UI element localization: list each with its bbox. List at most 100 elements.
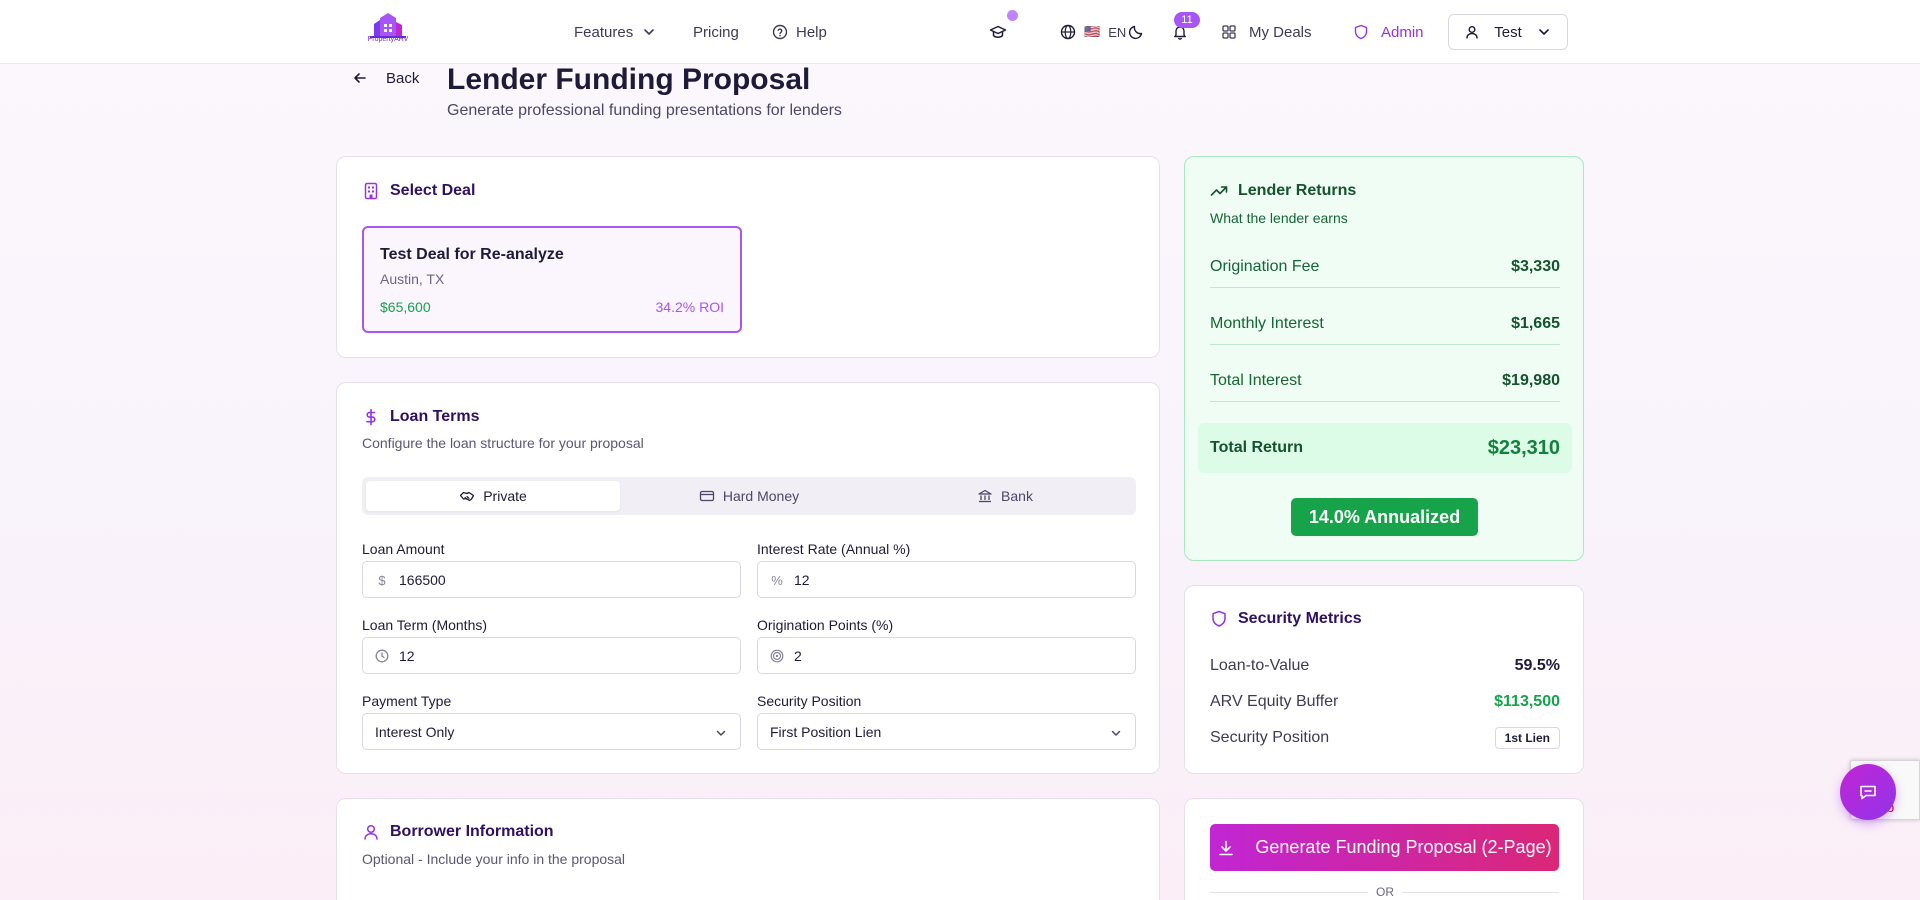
loan-terms-title-text: Loan Terms bbox=[390, 408, 480, 425]
ltv-label: Loan-to-Value bbox=[1210, 657, 1310, 674]
help-circle-icon bbox=[772, 24, 788, 40]
user-icon bbox=[364, 824, 378, 840]
or-divider-text: OR bbox=[1368, 885, 1402, 899]
interest-rate-label: Interest Rate (Annual %) bbox=[757, 541, 911, 557]
logo[interactable]: PropertyARV bbox=[364, 12, 412, 46]
loan-amount-input[interactable] bbox=[399, 562, 729, 597]
language-selector[interactable]: 🇺🇸 EN bbox=[1060, 0, 1126, 64]
loan-terms-card: Loan Terms Configure the loan structure … bbox=[336, 382, 1160, 774]
dollar-sign-icon: $ bbox=[378, 572, 386, 588]
page-subtitle: Generate professional funding presentati… bbox=[447, 102, 842, 119]
tab-hard-money[interactable]: Hard Money bbox=[622, 481, 876, 511]
chat-button[interactable] bbox=[1840, 764, 1896, 820]
page-title: Lender Funding Proposal bbox=[447, 63, 811, 96]
lender-returns-title: Lender Returns bbox=[1210, 182, 1356, 200]
security-metrics-card: Security Metrics Loan-to-Value 59.5% ARV… bbox=[1184, 585, 1584, 774]
tab-private[interactable]: Private bbox=[366, 481, 620, 511]
chevron-down-icon bbox=[1111, 730, 1121, 736]
equity-buffer-row: ARV Equity Buffer $113,500 bbox=[1210, 692, 1560, 712]
trending-up-icon bbox=[1210, 186, 1228, 196]
generate-proposal-label: Generate Funding Proposal (2-Page) bbox=[1255, 837, 1552, 857]
nav-admin-label: Admin bbox=[1381, 23, 1424, 41]
nav-help[interactable]: Help bbox=[772, 0, 827, 64]
security-position-label: Security Position bbox=[757, 693, 862, 709]
lien-badge: 1st Lien bbox=[1494, 727, 1560, 749]
clock-icon bbox=[375, 649, 389, 663]
payment-type-select[interactable]: Interest Only bbox=[362, 713, 741, 750]
borrower-info-description: Optional - Include your info in the prop… bbox=[362, 851, 626, 867]
lender-type-tabs: Private Hard Money Bank bbox=[362, 477, 1136, 515]
ltv-row: Loan-to-Value 59.5% bbox=[1210, 656, 1560, 676]
shield-icon bbox=[1212, 610, 1226, 627]
nav-features[interactable]: Features bbox=[574, 0, 657, 64]
target-icon bbox=[770, 649, 784, 663]
deal-option-card[interactable]: Test Deal for Re-analyze Austin, TX $65,… bbox=[362, 226, 742, 333]
security-metrics-title-text: Security Metrics bbox=[1238, 610, 1362, 627]
interest-rate-field: % bbox=[757, 561, 1136, 598]
security-position-metric-label: Security Position bbox=[1210, 729, 1330, 746]
total-return-row: Total Return $23,310 bbox=[1198, 423, 1572, 473]
notification-dot bbox=[1007, 10, 1018, 21]
security-position-row: Security Position 1st Lien bbox=[1210, 726, 1560, 750]
chevron-down-icon bbox=[716, 730, 726, 736]
lender-returns-description: What the lender earns bbox=[1210, 210, 1348, 226]
notifications-count-badge: 11 bbox=[1174, 12, 1200, 28]
origination-fee-value: $3,330 bbox=[1511, 257, 1560, 275]
tab-hard-money-label: Hard Money bbox=[722, 488, 800, 504]
loan-term-field bbox=[362, 637, 741, 674]
equity-buffer-value: $113,500 bbox=[1494, 693, 1560, 710]
back-button[interactable]: Back bbox=[352, 68, 419, 88]
download-icon bbox=[1219, 840, 1234, 855]
loan-term-input[interactable] bbox=[399, 638, 729, 673]
nav-pricing[interactable]: Pricing bbox=[693, 0, 739, 64]
lender-returns-title-text: Lender Returns bbox=[1238, 182, 1357, 199]
building-icon bbox=[364, 182, 378, 200]
nav-admin[interactable]: Admin bbox=[1353, 0, 1424, 64]
loan-amount-field: $ bbox=[362, 561, 741, 598]
deal-roi: 34.2% ROI bbox=[655, 299, 724, 315]
credit-card-icon bbox=[699, 490, 715, 502]
select-deal-title: Select Deal bbox=[362, 182, 475, 200]
monthly-interest-value: $1,665 bbox=[1511, 314, 1560, 332]
nav-pricing-label: Pricing bbox=[693, 23, 739, 41]
payment-type-label: Payment Type bbox=[362, 693, 452, 709]
chevron-down-icon bbox=[1538, 29, 1549, 35]
tab-private-label: Private bbox=[483, 488, 527, 504]
annualized-return-badge: 14.0% Annualized bbox=[1291, 498, 1478, 536]
monthly-interest-label: Monthly Interest bbox=[1210, 314, 1324, 332]
tab-bank[interactable]: Bank bbox=[878, 481, 1132, 511]
total-interest-label: Total Interest bbox=[1210, 371, 1302, 389]
us-flag-icon: 🇺🇸 bbox=[1084, 24, 1101, 39]
theme-toggle[interactable] bbox=[1124, 20, 1148, 44]
origination-fee-label: Origination Fee bbox=[1210, 257, 1320, 275]
interest-rate-input[interactable] bbox=[794, 562, 1124, 597]
logo-icon bbox=[370, 13, 406, 38]
logo-text: PropertyARV bbox=[367, 36, 409, 43]
dollar-sign-icon bbox=[366, 408, 376, 426]
user-name: Test bbox=[1494, 23, 1522, 41]
nav-features-label: Features bbox=[574, 23, 634, 41]
generate-proposal-card: Generate Funding Proposal (2-Page) OR bbox=[1184, 798, 1584, 900]
ltv-value: 59.5% bbox=[1514, 657, 1560, 674]
origination-points-input[interactable] bbox=[794, 638, 1124, 673]
nav-my-deals[interactable]: My Deals bbox=[1221, 0, 1312, 64]
loan-amount-label: Loan Amount bbox=[362, 541, 445, 557]
security-position-value: First Position Lien bbox=[770, 724, 882, 740]
generate-proposal-button[interactable]: Generate Funding Proposal (2-Page) bbox=[1210, 824, 1559, 871]
arrow-left-icon bbox=[354, 73, 366, 83]
deal-location: Austin, TX bbox=[380, 271, 445, 287]
handshake-icon bbox=[460, 491, 475, 502]
nav-my-deals-label: My Deals bbox=[1249, 23, 1312, 41]
total-return-value: $23,310 bbox=[1487, 436, 1560, 459]
borrower-info-title: Borrower Information bbox=[362, 823, 554, 841]
back-label: Back bbox=[386, 69, 420, 87]
grid-icon bbox=[1222, 25, 1236, 39]
academy-button[interactable] bbox=[986, 20, 1010, 44]
lender-returns-card: Lender Returns What the lender earns Ori… bbox=[1184, 156, 1584, 561]
user-menu-button[interactable]: Test bbox=[1448, 14, 1568, 50]
total-return-label: Total Return bbox=[1210, 439, 1304, 456]
security-position-select[interactable]: First Position Lien bbox=[757, 713, 1136, 750]
monthly-interest-row: Monthly Interest $1,665 bbox=[1210, 303, 1560, 345]
select-deal-title-text: Select Deal bbox=[390, 182, 476, 199]
top-navbar: PropertyARV Features Pricing Help 🇺🇸 EN … bbox=[0, 0, 1920, 64]
